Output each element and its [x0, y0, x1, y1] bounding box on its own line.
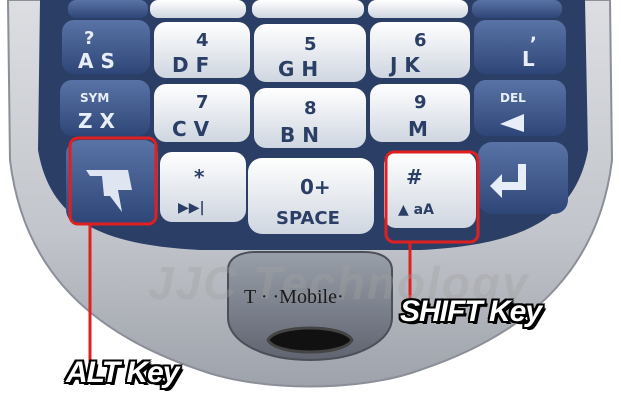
svg-text:DEL: DEL: [500, 91, 526, 105]
key-top-partial-4: [368, 0, 468, 18]
svg-text:M: M: [408, 117, 428, 141]
svg-text:A S: A S: [78, 49, 115, 73]
svg-text:▲ aA: ▲ aA: [398, 202, 434, 218]
svg-text:#: #: [406, 165, 423, 189]
key-top-partial-3: [252, 0, 364, 18]
svg-text:D F: D F: [172, 53, 209, 77]
svg-text:▶▶|: ▶▶|: [178, 200, 205, 216]
svg-text:J K: J K: [388, 53, 421, 77]
alt-key-callout: ALT Key: [66, 356, 179, 389]
svg-text:9: 9: [414, 92, 427, 113]
svg-text:C V: C V: [172, 117, 210, 141]
key-row-1: ? A S 4 D F 5 G H 6 J K , L: [62, 20, 566, 82]
svg-text:*: *: [194, 165, 205, 189]
svg-text:SPACE: SPACE: [276, 208, 340, 229]
key-top-partial-5: [472, 0, 562, 18]
svg-text:B N: B N: [280, 123, 319, 147]
svg-text:7: 7: [196, 92, 209, 113]
svg-text:Z X: Z X: [78, 109, 115, 133]
svg-text:5: 5: [304, 34, 317, 55]
shift-key-callout: SHIFT Key: [400, 295, 542, 328]
key-comma-l: [474, 20, 566, 74]
key-top-partial-2: [150, 0, 246, 18]
svg-text:SYM: SYM: [80, 91, 109, 105]
svg-text:8: 8: [304, 98, 317, 119]
phone-keyboard-photo: ? A S 4 D F 5 G H 6 J K , L SYM Z X 7 C …: [6, 0, 614, 388]
svg-text:G H: G H: [278, 57, 318, 81]
brand-logo-text: T · ·Mobile·: [244, 286, 344, 308]
svg-text:L: L: [522, 47, 535, 71]
lanyard-hole: [266, 326, 354, 354]
svg-text:,: ,: [530, 24, 537, 45]
svg-text:4: 4: [196, 30, 209, 51]
svg-text:?: ?: [84, 28, 94, 49]
key-top-partial-1: [68, 0, 148, 18]
svg-text:6: 6: [414, 30, 427, 51]
svg-text:0+: 0+: [300, 175, 331, 199]
